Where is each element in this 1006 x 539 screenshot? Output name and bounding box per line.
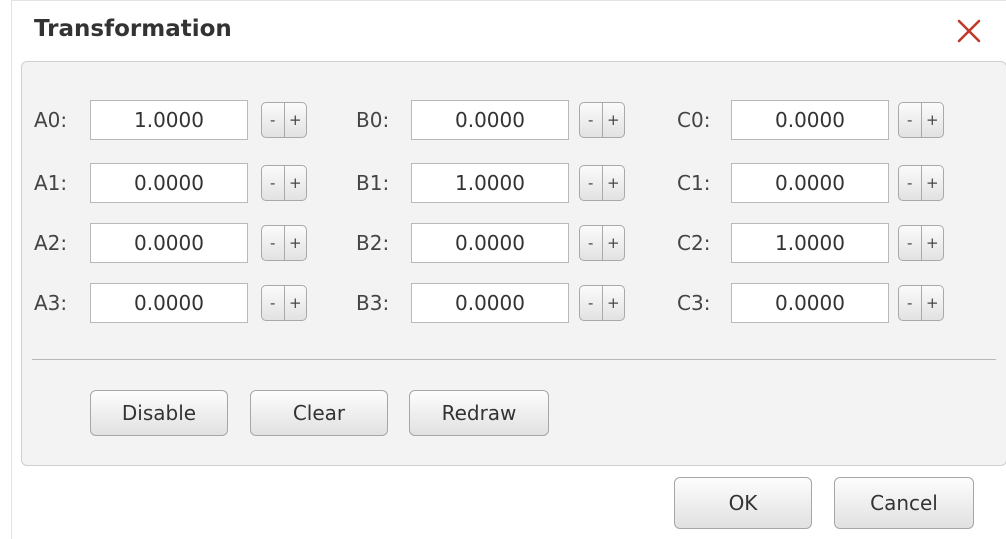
input-b3[interactable]: 0.0000 <box>411 283 569 323</box>
decrement-button[interactable]: - <box>899 286 922 320</box>
ok-button[interactable]: OK <box>674 477 812 529</box>
stepper-b2: - + <box>579 225 625 261</box>
dialog-title: Transformation <box>34 16 232 42</box>
decrement-button[interactable]: - <box>580 166 603 200</box>
label-b1: B1: <box>356 171 390 195</box>
decrement-button[interactable]: - <box>580 103 603 137</box>
stepper-a1: - + <box>261 165 307 201</box>
input-a2[interactable]: 0.0000 <box>90 223 248 263</box>
increment-button[interactable]: + <box>603 166 625 200</box>
stepper-a3: - + <box>261 285 307 321</box>
input-c3[interactable]: 0.0000 <box>731 283 889 323</box>
stepper-b0: - + <box>579 102 625 138</box>
stepper-c3: - + <box>898 285 944 321</box>
decrement-button[interactable]: - <box>262 166 285 200</box>
increment-button[interactable]: + <box>285 226 307 260</box>
increment-button[interactable]: + <box>603 286 625 320</box>
label-c0: C0: <box>677 108 711 132</box>
increment-button[interactable]: + <box>922 103 944 137</box>
stepper-c2: - + <box>898 225 944 261</box>
input-a3[interactable]: 0.0000 <box>90 283 248 323</box>
stepper-a0: - + <box>261 102 307 138</box>
label-b2: B2: <box>356 231 390 255</box>
label-b0: B0: <box>356 108 390 132</box>
clear-button[interactable]: Clear <box>250 390 388 436</box>
redraw-button[interactable]: Redraw <box>409 390 549 436</box>
input-b1[interactable]: 1.0000 <box>411 163 569 203</box>
decrement-button[interactable]: - <box>899 226 922 260</box>
close-icon[interactable] <box>956 18 982 44</box>
label-b3: B3: <box>356 291 390 315</box>
input-a0[interactable]: 1.0000 <box>90 100 248 140</box>
label-c1: C1: <box>677 171 711 195</box>
stepper-c0: - + <box>898 102 944 138</box>
decrement-button[interactable]: - <box>262 226 285 260</box>
decrement-button[interactable]: - <box>262 286 285 320</box>
label-a1: A1: <box>34 171 68 195</box>
label-c3: C3: <box>677 291 711 315</box>
stepper-c1: - + <box>898 165 944 201</box>
stepper-a2: - + <box>261 225 307 261</box>
increment-button[interactable]: + <box>922 226 944 260</box>
decrement-button[interactable]: - <box>580 286 603 320</box>
coefficients-panel: A0: 1.0000 - + A1: 0.0000 - + A2: 0.0000… <box>21 61 1006 466</box>
decrement-button[interactable]: - <box>580 226 603 260</box>
label-c2: C2: <box>677 231 711 255</box>
decrement-button[interactable]: - <box>899 166 922 200</box>
increment-button[interactable]: + <box>603 103 625 137</box>
increment-button[interactable]: + <box>603 226 625 260</box>
input-c0[interactable]: 0.0000 <box>731 100 889 140</box>
label-a0: A0: <box>34 108 68 132</box>
disable-button[interactable]: Disable <box>90 390 228 436</box>
increment-button[interactable]: + <box>285 103 307 137</box>
decrement-button[interactable]: - <box>262 103 285 137</box>
input-b2[interactable]: 0.0000 <box>411 223 569 263</box>
cancel-button[interactable]: Cancel <box>834 477 974 529</box>
increment-button[interactable]: + <box>285 286 307 320</box>
label-a3: A3: <box>34 291 68 315</box>
input-c2[interactable]: 1.0000 <box>731 223 889 263</box>
increment-button[interactable]: + <box>922 166 944 200</box>
increment-button[interactable]: + <box>285 166 307 200</box>
stepper-b3: - + <box>579 285 625 321</box>
input-a1[interactable]: 0.0000 <box>90 163 248 203</box>
increment-button[interactable]: + <box>922 286 944 320</box>
decrement-button[interactable]: - <box>899 103 922 137</box>
label-a2: A2: <box>34 231 68 255</box>
transformation-dialog: Transformation A0: 1.0000 - + A1: 0.0000… <box>11 0 1006 539</box>
panel-divider <box>32 359 996 360</box>
input-b0[interactable]: 0.0000 <box>411 100 569 140</box>
stepper-b1: - + <box>579 165 625 201</box>
input-c1[interactable]: 0.0000 <box>731 163 889 203</box>
